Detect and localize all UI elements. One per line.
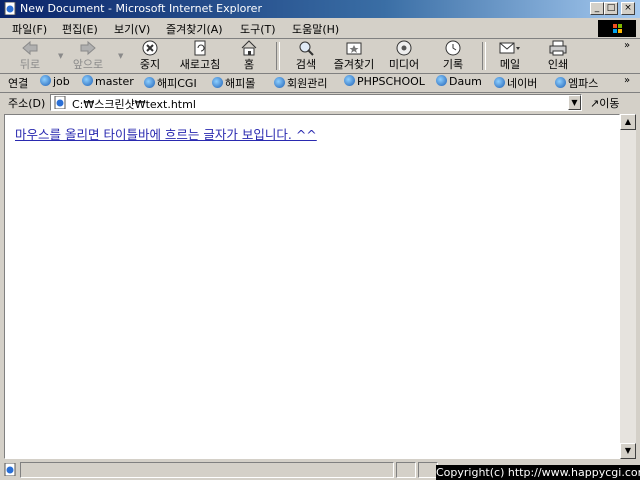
status-page-icon — [4, 463, 16, 476]
history-button[interactable]: 기록 — [429, 40, 477, 72]
copyright-watermark: Copyright(c) http://www.happycgi.com — [436, 465, 640, 480]
media-button[interactable]: 미디어 — [380, 40, 428, 72]
link-happycgi[interactable]: 해피CGI — [144, 75, 197, 91]
link-daum[interactable]: Daum — [436, 75, 482, 88]
go-arrow-icon: ↗ — [590, 97, 600, 110]
ie-page-icon — [344, 75, 355, 86]
menu-file[interactable]: 파일(F) — [12, 21, 47, 37]
media-icon — [396, 40, 412, 56]
menu-help[interactable]: 도움말(H) — [292, 21, 339, 37]
printer-icon — [549, 40, 567, 56]
menu-view[interactable]: 보기(V) — [114, 21, 150, 37]
link-master[interactable]: master — [82, 75, 134, 88]
ie-page-icon — [82, 75, 93, 86]
favorites-icon — [346, 42, 362, 55]
refresh-label: 새로고침 — [179, 58, 221, 71]
menu-favorites[interactable]: 즐겨찾기(A) — [166, 21, 223, 37]
refresh-icon — [194, 40, 206, 56]
address-dropdown-icon[interactable]: ▼ — [568, 95, 581, 110]
back-arrow-icon — [22, 40, 38, 56]
home-button[interactable]: 홈 — [225, 40, 273, 72]
vertical-scrollbar[interactable] — [620, 114, 636, 459]
link-naver[interactable]: 네이버 — [494, 75, 537, 91]
window-title: New Document - Microsoft Internet Explor… — [20, 2, 262, 15]
history-icon — [445, 40, 461, 56]
status-pane — [418, 462, 438, 478]
ie-page-icon — [40, 75, 51, 86]
status-text-pane — [20, 462, 394, 478]
forward-arrow-icon — [80, 40, 96, 56]
address-label: 주소(D) — [8, 97, 46, 110]
scroll-down-icon[interactable]: ▼ — [620, 443, 636, 459]
forward-dropdown-icon[interactable]: ▼ — [118, 52, 123, 60]
forward-button[interactable]: 앞으로 — [64, 40, 112, 72]
history-label: 기록 — [442, 58, 464, 71]
close-button[interactable]: × — [621, 2, 635, 15]
link-job[interactable]: job — [40, 75, 70, 88]
ie-page-icon — [274, 77, 285, 88]
mail-label: 메일 — [499, 58, 521, 71]
home-label: 홈 — [243, 58, 255, 71]
back-label: 뒤로 — [19, 58, 41, 71]
ie-page-icon — [212, 77, 223, 88]
status-pane — [396, 462, 416, 478]
search-button[interactable]: 검색 — [282, 40, 330, 72]
forward-label: 앞으로 — [72, 58, 104, 71]
link-phpschool[interactable]: PHPSCHOOL — [344, 75, 425, 88]
search-label: 검색 — [295, 58, 317, 71]
link-empas[interactable]: 엠파스 — [555, 75, 598, 91]
toolbar-chevron-icon[interactable]: » — [624, 40, 630, 51]
refresh-button[interactable]: 새로고침 — [176, 40, 224, 72]
favorites-button[interactable]: 즐겨찾기 — [330, 40, 378, 72]
stop-label: 중지 — [139, 58, 161, 71]
link-member[interactable]: 회원관리 — [274, 75, 327, 91]
menu-tools[interactable]: 도구(T) — [240, 21, 276, 37]
page-icon — [54, 96, 66, 109]
print-button[interactable]: 인쇄 — [534, 40, 582, 72]
links-label: 연결 — [8, 77, 29, 90]
ie-page-icon — [436, 75, 447, 86]
back-dropdown-icon[interactable]: ▼ — [58, 52, 63, 60]
media-label: 미디어 — [388, 58, 420, 71]
favorites-label: 즐겨찾기 — [333, 58, 375, 71]
mail-icon — [499, 42, 520, 54]
content-link[interactable]: 마우스를 올리면 타이틀바에 흐르는 글자가 보입니다. ^^ — [15, 124, 317, 143]
back-button[interactable]: 뒤로 — [6, 40, 54, 72]
address-value: C:₩스크린샷₩text.html — [72, 98, 196, 111]
links-chevron-icon[interactable]: » — [624, 75, 630, 86]
ie-page-icon — [494, 77, 505, 88]
print-label: 인쇄 — [547, 58, 569, 71]
maximize-button[interactable]: □ — [604, 2, 618, 15]
go-button[interactable]: ↗이동 — [590, 95, 619, 111]
home-icon — [241, 40, 257, 56]
menu-edit[interactable]: 편집(E) — [62, 21, 98, 37]
stop-button[interactable]: 중지 — [126, 40, 174, 72]
mail-button[interactable]: 메일 — [486, 40, 534, 72]
link-happymall[interactable]: 해피몰 — [212, 75, 255, 91]
windows-logo — [598, 20, 636, 37]
minimize-button[interactable]: _ — [590, 2, 604, 15]
page-content — [4, 114, 620, 459]
stop-icon — [142, 40, 158, 56]
ie-document-icon — [4, 2, 16, 15]
search-icon — [299, 41, 314, 56]
toolbar-separator — [276, 42, 280, 70]
ie-page-icon — [555, 77, 566, 88]
scroll-up-icon[interactable]: ▲ — [620, 114, 636, 130]
ie-page-icon — [144, 77, 155, 88]
